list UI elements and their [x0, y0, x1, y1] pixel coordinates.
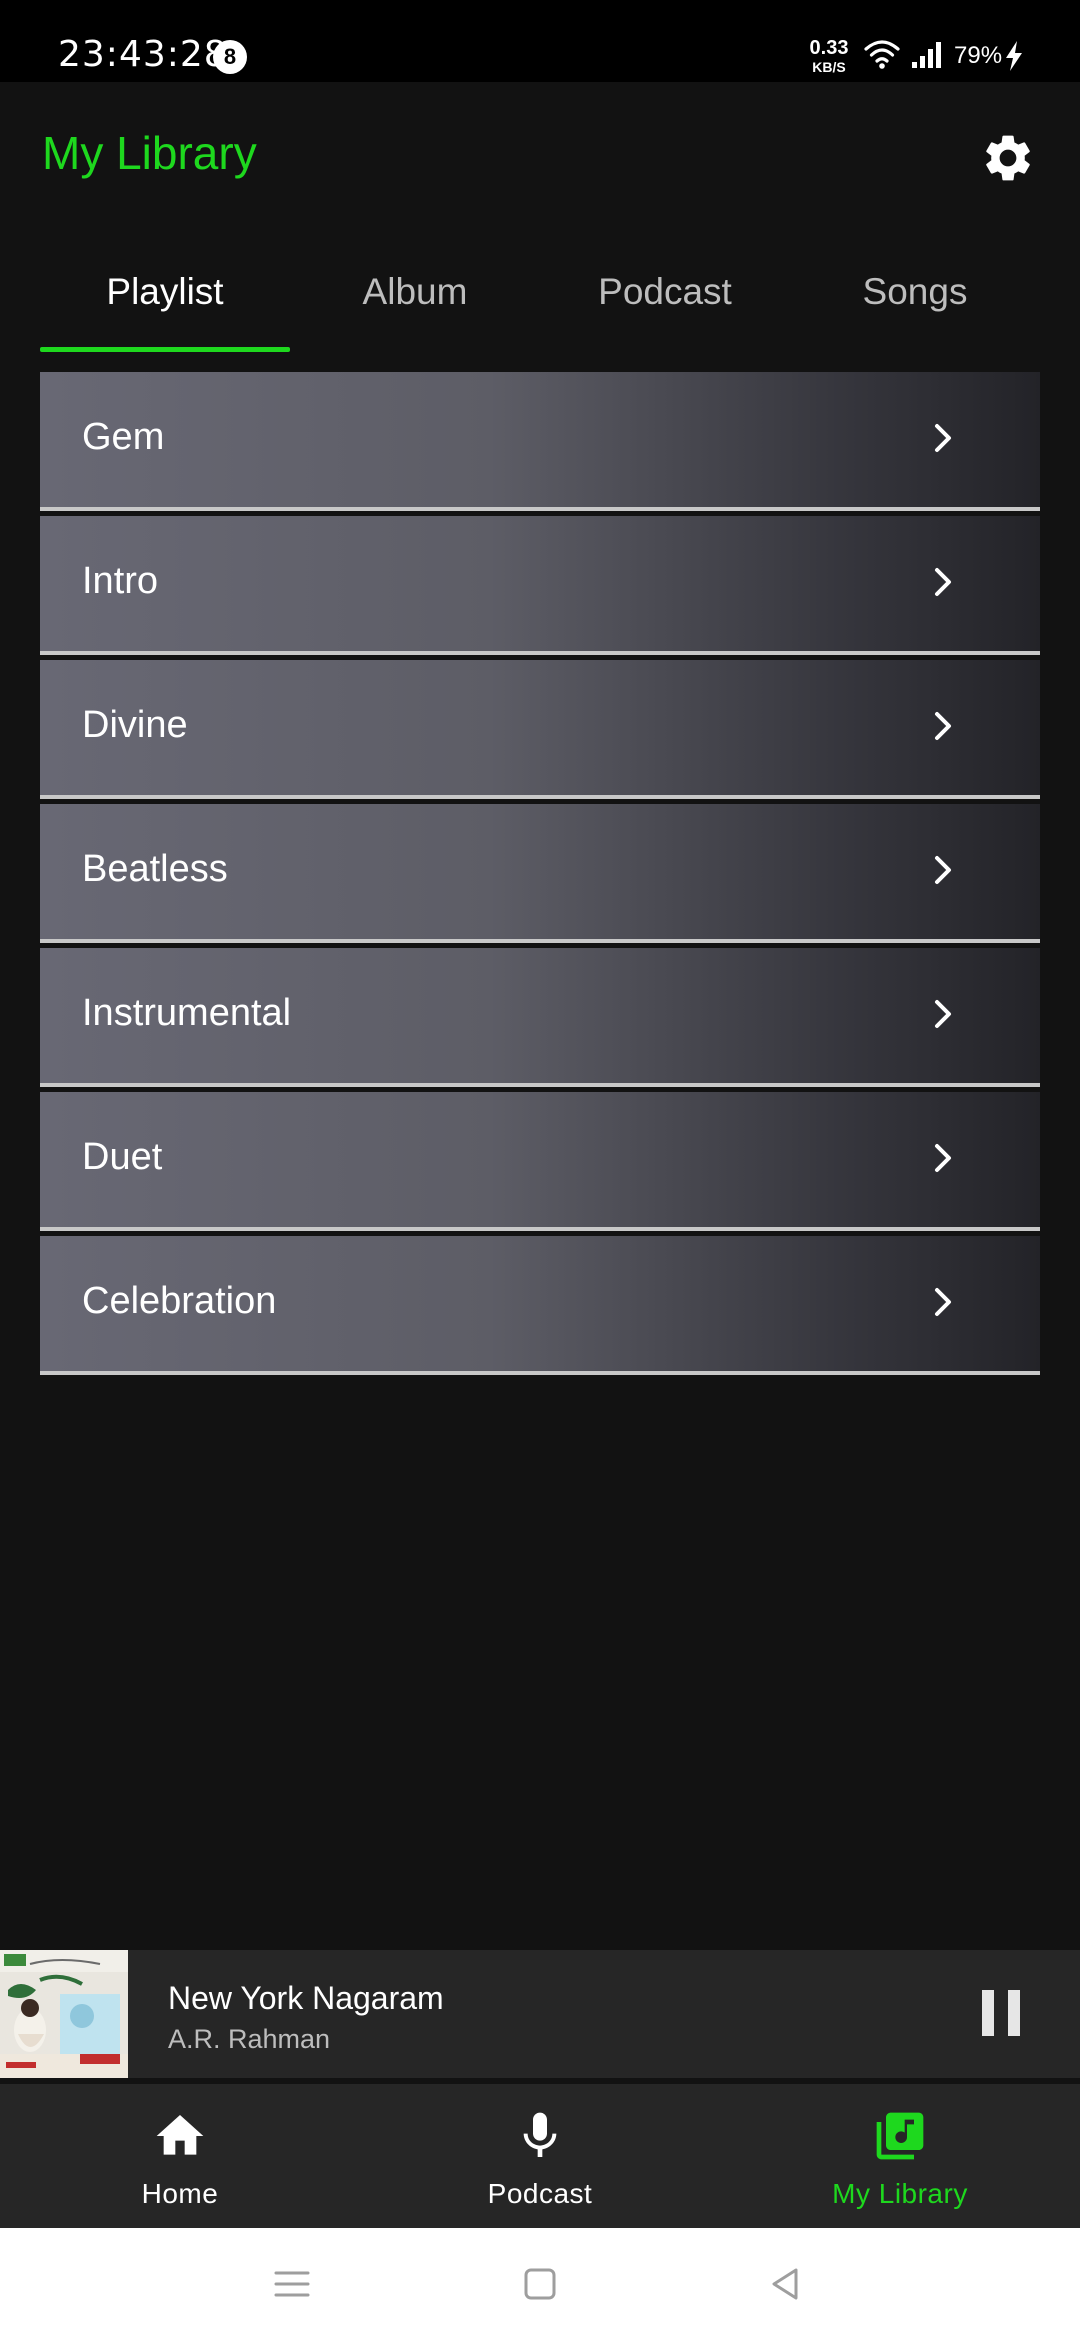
tab-label: Songs: [862, 271, 968, 312]
nav-label: My Library: [832, 2178, 968, 2209]
charging-bolt-icon: [1006, 41, 1022, 71]
status-time: 23:43:28: [58, 34, 228, 75]
playlist-name: Celebration: [82, 1280, 277, 1322]
track-artist: A.R. Rahman: [168, 2024, 331, 2054]
network-speed-unit: KB/S: [812, 59, 846, 75]
gear-icon[interactable]: [980, 130, 1036, 186]
home-icon: [156, 2115, 204, 2155]
nav-label: Podcast: [487, 2178, 593, 2209]
tab-label: Playlist: [106, 271, 224, 312]
chevron-right-icon: [935, 568, 951, 596]
nav-label: Home: [141, 2178, 219, 2209]
pause-icon[interactable]: [980, 1988, 1022, 2038]
network-speed: 0.33 KB/S: [804, 38, 854, 74]
tab-label: Album: [362, 271, 468, 312]
playlist-name: Divine: [82, 704, 188, 746]
nav-item-my-library[interactable]: My Library: [720, 2084, 1080, 2228]
tab-label: Podcast: [598, 271, 732, 312]
chevron-right-icon: [935, 1288, 951, 1316]
menu-icon[interactable]: [270, 2262, 314, 2306]
playlist-name: Gem: [82, 416, 165, 458]
battery-percentage: 79%: [954, 42, 1003, 69]
tab-podcast[interactable]: Podcast: [540, 252, 790, 352]
microphone-icon: [523, 2112, 557, 2157]
page-title: My Library: [42, 127, 257, 179]
nav-item-home[interactable]: Home: [0, 2084, 360, 2228]
back-icon[interactable]: [764, 2262, 808, 2306]
playlist-list: Gem Intro Divine Beatless Instrumental D…: [40, 372, 1040, 1380]
track-title: New York Nagaram: [168, 1980, 444, 2016]
playlist-item-duet[interactable]: Duet: [40, 1092, 1040, 1231]
playlist-item-beatless[interactable]: Beatless: [40, 804, 1040, 943]
notification-badge: 8: [213, 40, 247, 74]
library-tabs: Playlist Album Podcast Songs: [40, 252, 1040, 352]
playlist-name: Beatless: [82, 848, 228, 890]
tab-songs[interactable]: Songs: [790, 252, 1040, 352]
nav-item-podcast[interactable]: Podcast: [360, 2084, 720, 2228]
tab-album[interactable]: Album: [290, 252, 540, 352]
now-playing-bar[interactable]: New York Nagaram A.R. Rahman: [0, 1950, 1080, 2078]
signal-icon: [912, 42, 941, 68]
system-navigation-bar: [0, 2228, 1080, 2340]
playlist-item-divine[interactable]: Divine: [40, 660, 1040, 799]
playlist-name: Duet: [82, 1136, 163, 1178]
chevron-right-icon: [935, 712, 951, 740]
home-button-icon[interactable]: [518, 2262, 562, 2306]
network-speed-value: 0.33: [809, 37, 849, 59]
bottom-navigation: Home Podcast My Library: [0, 2084, 1080, 2228]
playlist-item-instrumental[interactable]: Instrumental: [40, 948, 1040, 1087]
chevron-right-icon: [935, 1144, 951, 1172]
wifi-icon: [864, 40, 900, 69]
playlist-item-celebration[interactable]: Celebration: [40, 1236, 1040, 1375]
playlist-name: Intro: [82, 560, 159, 602]
header: My Library: [0, 82, 1080, 232]
playlist-item-intro[interactable]: Intro: [40, 516, 1040, 655]
playlist-name: Instrumental: [82, 992, 292, 1034]
chevron-right-icon: [935, 856, 951, 884]
tab-playlist[interactable]: Playlist: [40, 252, 290, 352]
status-bar: 23:43:28 8 0.33 KB/S 79%: [0, 0, 1080, 82]
chevron-right-icon: [935, 1000, 951, 1028]
album-art-thumbnail: [0, 1950, 128, 2078]
playlist-item-gem[interactable]: Gem: [40, 372, 1040, 511]
active-tab-indicator: [40, 347, 290, 352]
chevron-right-icon: [935, 424, 951, 452]
app-screen: 23:43:28 8 0.33 KB/S 79% My Library Play…: [0, 0, 1080, 2340]
library-music-icon: [876, 2112, 924, 2160]
